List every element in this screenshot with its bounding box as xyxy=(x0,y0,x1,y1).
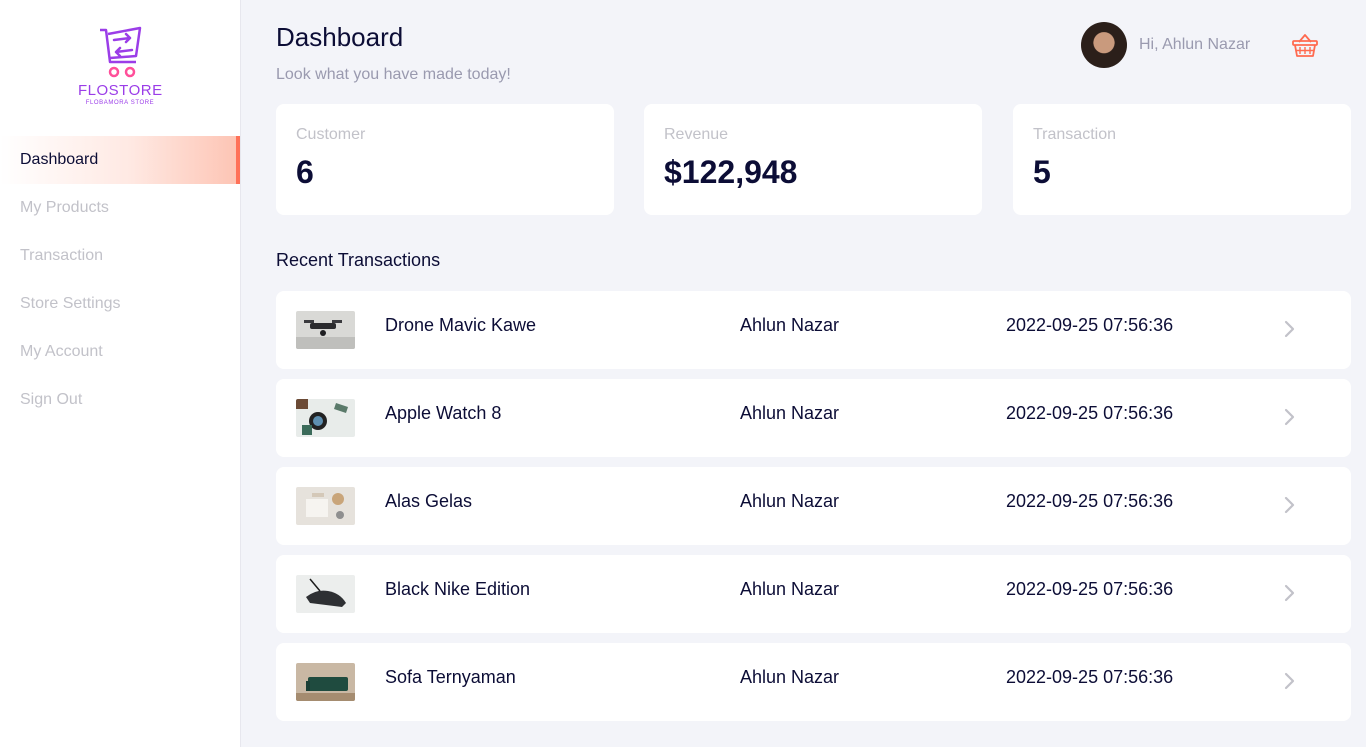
transaction-date: 2022-09-25 07:56:36 xyxy=(1006,579,1174,599)
product-thumbnail xyxy=(296,663,355,701)
transaction-row[interactable]: Alas Gelas Ahlun Nazar 2022-09-25 07:56:… xyxy=(276,467,1351,545)
product-thumbnail xyxy=(296,487,355,525)
product-thumbnail xyxy=(296,399,355,437)
main-content: Dashboard Look what you have made today!… xyxy=(241,0,1366,747)
sidebar-item-my-products[interactable]: My Products xyxy=(0,184,240,232)
sidebar-item-sign-out[interactable]: Sign Out xyxy=(0,376,240,424)
product-thumbnail xyxy=(296,311,355,349)
product-name: Apple Watch 8 xyxy=(385,403,502,423)
customer-name: Ahlun Nazar xyxy=(740,491,840,511)
chevron-right-icon[interactable] xyxy=(1281,583,1297,603)
product-name: Alas Gelas xyxy=(385,491,473,511)
transaction-date: 2022-09-25 07:56:36 xyxy=(1006,667,1174,687)
transaction-row[interactable]: Sofa Ternyaman Ahlun Nazar 2022-09-25 07… xyxy=(276,643,1351,721)
chevron-right-icon[interactable] xyxy=(1281,495,1297,515)
chevron-right-icon[interactable] xyxy=(1281,319,1297,339)
stat-value: $122,948 xyxy=(664,154,798,190)
transaction-row[interactable]: Apple Watch 8 Ahlun Nazar 2022-09-25 07:… xyxy=(276,379,1351,457)
stat-card-transaction: Transaction 5 xyxy=(1013,104,1351,215)
chevron-right-icon[interactable] xyxy=(1281,407,1297,427)
transaction-date: 2022-09-25 07:56:36 xyxy=(1006,403,1174,423)
sidebar-item-transaction[interactable]: Transaction xyxy=(0,232,240,280)
customer-name: Ahlun Nazar xyxy=(740,403,840,423)
avatar[interactable] xyxy=(1081,22,1127,68)
product-name: Drone Mavic Kawe xyxy=(385,315,537,335)
page-subtitle: Look what you have made today! xyxy=(276,66,511,83)
cart-logo-icon xyxy=(100,26,142,78)
customer-name: Ahlun Nazar xyxy=(740,667,840,687)
transaction-row[interactable]: Black Nike Edition Ahlun Nazar 2022-09-2… xyxy=(276,555,1351,633)
sidebar-nav: Dashboard My Products Transaction Store … xyxy=(0,136,240,424)
product-name: Black Nike Edition xyxy=(385,579,531,599)
stat-value: 5 xyxy=(1033,154,1051,190)
user-menu[interactable]: Hi, Ahlun Nazar xyxy=(1081,22,1250,68)
page-title: Dashboard xyxy=(276,22,404,52)
stat-label: Customer xyxy=(296,126,366,143)
transaction-date: 2022-09-25 07:56:36 xyxy=(1006,491,1174,511)
sidebar-item-store-settings[interactable]: Store Settings xyxy=(0,280,240,328)
user-greeting[interactable]: Hi, Ahlun Nazar xyxy=(1139,36,1250,54)
sidebar-item-dashboard[interactable]: Dashboard xyxy=(0,136,240,184)
transaction-date: 2022-09-25 07:56:36 xyxy=(1006,315,1174,335)
stat-card-revenue: Revenue $122,948 xyxy=(644,104,982,215)
section-title: Recent Transactions xyxy=(276,250,441,270)
stat-value: 6 xyxy=(296,154,314,190)
transaction-row[interactable]: Drone Mavic Kawe Ahlun Nazar 2022-09-25 … xyxy=(276,291,1351,369)
chevron-right-icon[interactable] xyxy=(1281,671,1297,691)
brand-tagline: FLOBAMORA STORE xyxy=(85,100,155,106)
sidebar: FLOSTORE FLOBAMORA STORE Dashboard My Pr… xyxy=(0,0,241,747)
stat-label: Transaction xyxy=(1033,126,1116,143)
brand-name: FLOSTORE xyxy=(78,82,163,99)
brand-logo[interactable]: FLOSTORE FLOBAMORA STORE xyxy=(78,22,162,106)
customer-name: Ahlun Nazar xyxy=(740,579,840,599)
basket-icon[interactable] xyxy=(1291,31,1319,59)
sidebar-item-my-account[interactable]: My Account xyxy=(0,328,240,376)
product-thumbnail xyxy=(296,575,355,613)
stat-card-customer: Customer 6 xyxy=(276,104,614,215)
product-name: Sofa Ternyaman xyxy=(385,667,516,687)
customer-name: Ahlun Nazar xyxy=(740,315,840,335)
stat-label: Revenue xyxy=(664,126,729,143)
